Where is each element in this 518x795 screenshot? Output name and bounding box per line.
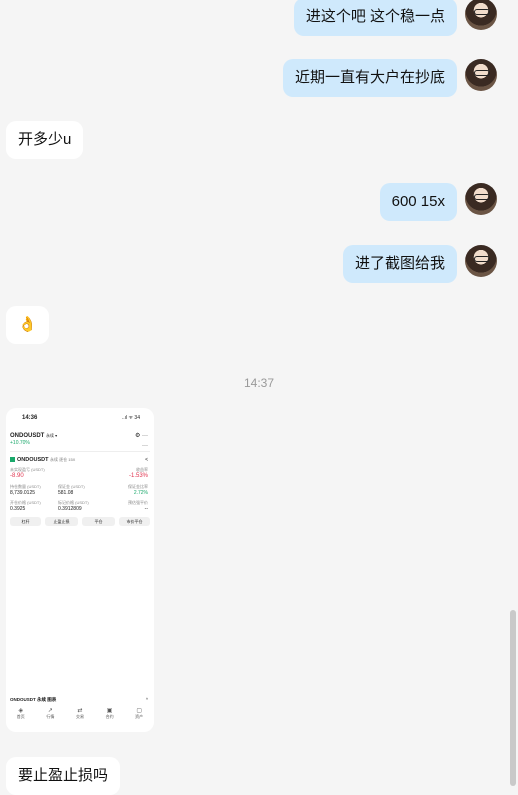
bottom-nav: ◈ 首页 ↗ 行情 ⇄ 交易 ▣ 合约 ▢ 资产 [6, 708, 154, 720]
pair-title: ONDOUSDT 永续 ▾ [10, 433, 58, 439]
message-bubble[interactable]: 👌 [6, 306, 49, 344]
nav-markets: ↗ 行情 [46, 708, 55, 719]
unrealized-value: -8.90 [10, 473, 24, 479]
timestamp: 14:37 [243, 376, 275, 390]
market-close-button: 市价平仓 [119, 517, 150, 526]
image-message[interactable]: 14:36 ..ıl ᯤ 34 ONDOUSDT 永续 ▾ +10.70% ⚙ … [6, 408, 154, 732]
size-value: 8,739.0125 [10, 490, 36, 496]
coin-icon [10, 457, 15, 463]
ratio-value: 2.72% [133, 490, 148, 496]
position-symbol: ONDOUSDT 永续 逐仓 15X [10, 457, 75, 463]
divider [10, 451, 150, 452]
message-bubble[interactable]: 近期一直有大户在抄底 [282, 59, 457, 97]
liq-value: -- [144, 506, 148, 512]
entry-value: 0.3925 [10, 506, 26, 512]
message-bubble[interactable]: 开多少u [6, 121, 84, 159]
chart-bar-title: ONDOUSDT 永续 图表 [10, 697, 57, 702]
nav-assets: ▢ 资产 [135, 708, 144, 719]
scrollbar[interactable] [510, 610, 516, 786]
chevron-up-icon: ^ [145, 697, 148, 702]
more-icon: ··· [142, 443, 148, 449]
nav-home: ◈ 首页 [16, 708, 25, 719]
pair-change: +10.70% [10, 440, 30, 446]
roi-value: -1.53% [128, 473, 148, 479]
close-position-button: 平仓 [82, 517, 115, 526]
mark-value: 0.3912809 [58, 506, 82, 512]
contact-avatar[interactable] [465, 245, 497, 277]
pair-suffix: 永续 ▾ [46, 433, 58, 438]
nav-trade: ⇄ 交易 [75, 708, 84, 719]
message-bubble[interactable]: 进这个吧 这个稳一点 [293, 0, 457, 36]
message-bubble[interactable]: 要止盈止损吗 [6, 757, 121, 795]
share-icon: < [145, 457, 148, 463]
status-icons: ..ıl ᯤ 34 [121, 415, 140, 421]
contact-avatar[interactable] [465, 183, 497, 215]
message-bubble[interactable]: 600 15x [379, 183, 457, 221]
contact-avatar[interactable] [465, 0, 497, 30]
header-icons: ⚙ ··· [134, 433, 148, 439]
position-tags: 永续 逐仓 15X [50, 457, 76, 462]
leverage-button: 杠杆 [10, 517, 41, 526]
message-bubble[interactable]: 进了截图给我 [342, 245, 457, 283]
tpsl-button: 止盈止损 [45, 517, 78, 526]
contact-avatar[interactable] [465, 59, 497, 91]
nav-futures: ▣ 合约 [105, 708, 114, 719]
status-time: 14:36 [22, 415, 38, 421]
margin-value: 581.08 [58, 490, 74, 496]
